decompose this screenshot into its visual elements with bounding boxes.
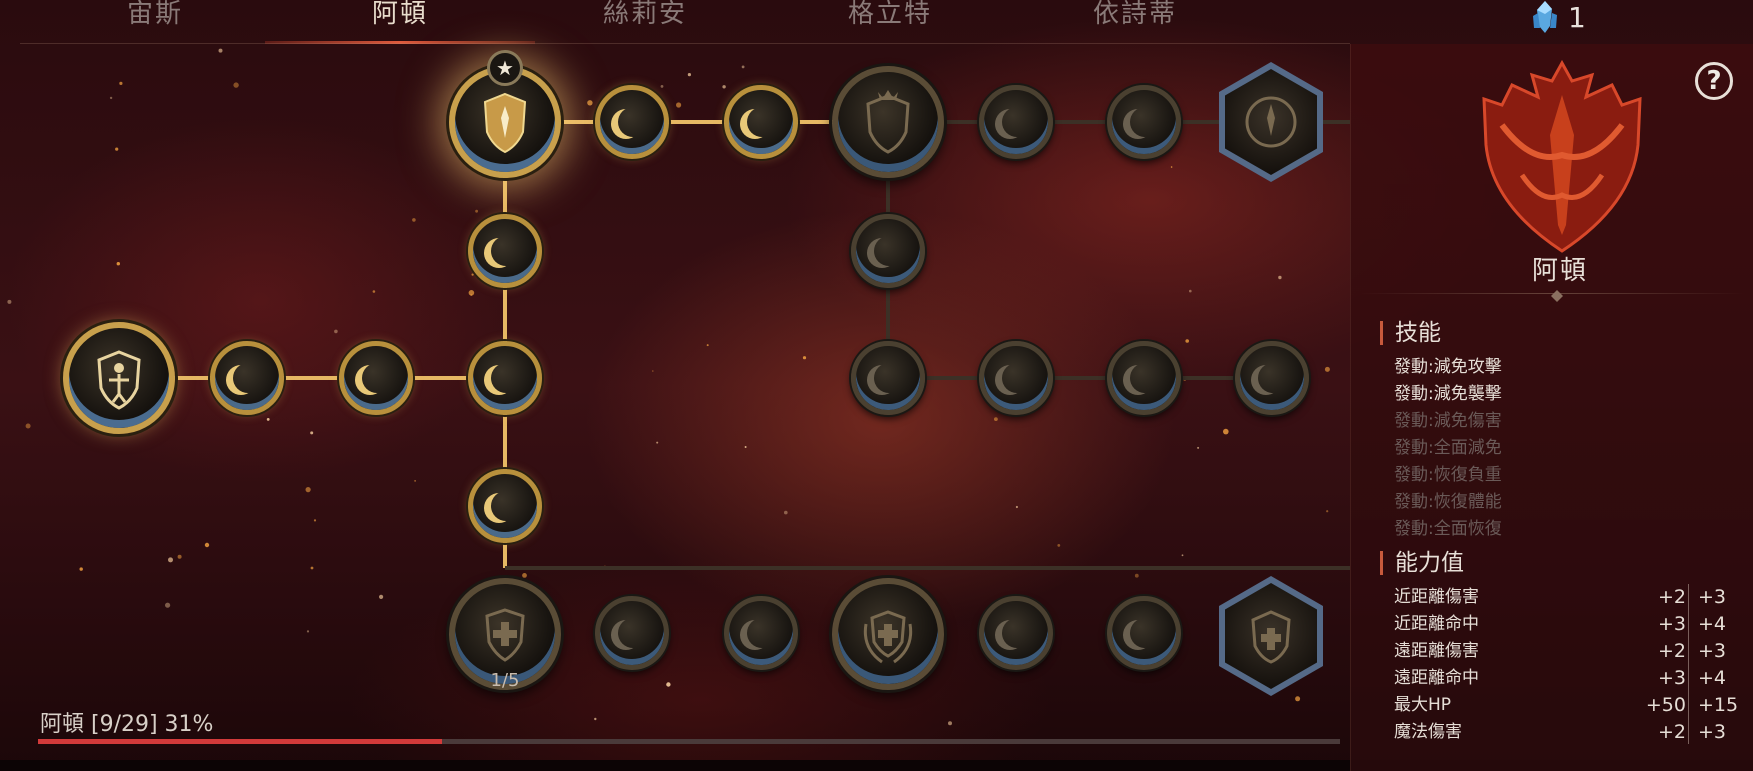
crowned-warrior-node[interactable] bbox=[832, 66, 944, 178]
tab-silian[interactable]: 絲莉安 bbox=[510, 0, 780, 44]
moon-node[interactable] bbox=[595, 596, 669, 670]
skill-item: 發動:全面恢復 bbox=[1394, 519, 1502, 539]
moon-icon bbox=[1130, 618, 1160, 648]
moon-icon bbox=[491, 236, 521, 266]
divider-ornament-icon bbox=[1551, 290, 1563, 302]
stat-name: 遠距離傷害 bbox=[1394, 641, 1479, 661]
moon-icon bbox=[491, 363, 521, 393]
moon-icon bbox=[1002, 107, 1032, 137]
moon-icon bbox=[618, 107, 648, 137]
skill-item: 發動:恢復負重 bbox=[1394, 465, 1502, 485]
moon-icon bbox=[1002, 363, 1032, 393]
moon-icon bbox=[1002, 618, 1032, 648]
stat-current-value: +50 bbox=[1645, 694, 1686, 716]
cross-shield-icon bbox=[485, 608, 525, 662]
stat-next-value: +4 bbox=[1698, 613, 1727, 635]
star-dot bbox=[948, 721, 952, 726]
stat-next-value: +3 bbox=[1698, 721, 1727, 743]
stat-current-value: +2 bbox=[1657, 586, 1686, 608]
character-tabs: 宙斯 阿頓 絲莉安 格立特 依詩蒂 bbox=[20, 0, 1350, 44]
cross-laurel-icon bbox=[863, 610, 913, 664]
stat-current-value: +2 bbox=[1657, 640, 1686, 662]
stat-current-value: +3 bbox=[1657, 667, 1686, 689]
stat-name: 最大HP bbox=[1394, 695, 1452, 715]
progress-fill bbox=[38, 739, 442, 744]
moon-node[interactable] bbox=[1235, 341, 1309, 415]
stat-next-value: +4 bbox=[1698, 667, 1727, 689]
moon-node[interactable] bbox=[1107, 596, 1181, 670]
shield-warrior-icon bbox=[97, 350, 141, 410]
moon-node[interactable] bbox=[724, 596, 798, 670]
moon-icon bbox=[874, 236, 904, 266]
moon-node[interactable] bbox=[339, 341, 413, 415]
moon-icon bbox=[362, 363, 392, 393]
moon-icon bbox=[1130, 363, 1160, 393]
moon-icon bbox=[747, 107, 777, 137]
moon-node[interactable] bbox=[724, 85, 798, 159]
moon-node[interactable] bbox=[468, 341, 542, 415]
moon-node[interactable] bbox=[468, 469, 542, 543]
inactive-connectors bbox=[505, 120, 1350, 570]
character-name: 阿頓 bbox=[1531, 256, 1588, 286]
stat-column-divider bbox=[1688, 584, 1689, 744]
moon-node[interactable] bbox=[851, 341, 925, 415]
moon-icon bbox=[233, 363, 263, 393]
skill-item: 發動:減免傷害 bbox=[1394, 411, 1502, 431]
tab-aton[interactable]: 阿頓 bbox=[265, 0, 535, 44]
moon-icon bbox=[874, 363, 904, 393]
stat-current-value: +2 bbox=[1657, 721, 1686, 743]
star-icon: ★ bbox=[487, 50, 523, 86]
moon-icon bbox=[747, 618, 777, 648]
moon-node[interactable] bbox=[979, 341, 1053, 415]
crystal-icon bbox=[1533, 1, 1557, 33]
moon-node[interactable] bbox=[979, 596, 1053, 670]
aton-emblem-icon bbox=[1482, 59, 1642, 253]
stat-name: 魔法傷害 bbox=[1394, 722, 1462, 742]
skill-tree: ★ 1/5 bbox=[0, 40, 1350, 720]
progress-bar bbox=[38, 739, 1340, 744]
skill-item: 發動:減免襲擊 bbox=[1394, 384, 1502, 404]
skill-item: 發動:全面減免 bbox=[1394, 438, 1502, 458]
stat-next-value: +3 bbox=[1698, 586, 1727, 608]
tab-zeus[interactable]: 宙斯 bbox=[20, 0, 290, 44]
moon-node[interactable] bbox=[979, 85, 1053, 159]
currency-display: 1 bbox=[1528, 0, 1586, 34]
progress-label: 阿頓 [9/29] 31% bbox=[40, 712, 214, 737]
moon-node[interactable] bbox=[851, 214, 925, 288]
help-button[interactable]: ? bbox=[1695, 62, 1733, 100]
stats-section-title: 能力值 bbox=[1380, 551, 1464, 575]
stat-next-value: +15 bbox=[1698, 694, 1739, 716]
stat-next-value: +3 bbox=[1698, 640, 1727, 662]
tab-yishidi[interactable]: 依詩蒂 bbox=[1000, 0, 1270, 44]
moon-icon bbox=[491, 491, 521, 521]
crowned-shield-icon bbox=[866, 90, 910, 154]
moon-node[interactable] bbox=[1107, 341, 1181, 415]
aton-start-node[interactable] bbox=[63, 322, 175, 434]
winged-shield-icon bbox=[483, 92, 527, 154]
moon-icon bbox=[1130, 107, 1160, 137]
skills-section-title: 技能 bbox=[1380, 321, 1441, 345]
stat-current-value: +3 bbox=[1657, 613, 1686, 635]
stat-name: 近距離傷害 bbox=[1394, 587, 1479, 607]
moon-icon bbox=[618, 618, 648, 648]
moon-node[interactable] bbox=[1107, 85, 1181, 159]
tab-gelite[interactable]: 格立特 bbox=[755, 0, 1025, 44]
moon-node[interactable] bbox=[210, 341, 284, 415]
cross-laurel-node[interactable] bbox=[832, 578, 944, 690]
node-level-counter: 1/5 bbox=[490, 670, 520, 691]
moon-node[interactable] bbox=[468, 214, 542, 288]
skill-item: 發動:減免攻擊 bbox=[1394, 357, 1502, 377]
moon-icon bbox=[1258, 363, 1288, 393]
skill-item: 發動:恢復體能 bbox=[1394, 492, 1502, 512]
stat-name: 遠距離命中 bbox=[1394, 668, 1479, 688]
stat-name: 近距離命中 bbox=[1394, 614, 1479, 634]
currency-count: 1 bbox=[1568, 0, 1586, 34]
moon-node[interactable] bbox=[595, 85, 669, 159]
